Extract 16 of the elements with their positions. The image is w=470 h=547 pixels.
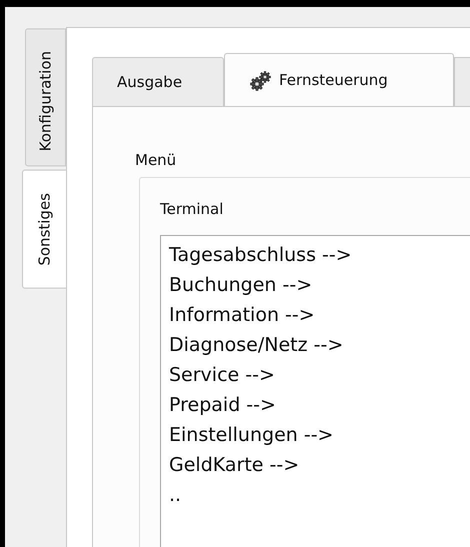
group-label: Menü [135,151,178,169]
list-item[interactable]: .. [169,480,182,510]
vertical-tab[interactable]: Konfiguration [25,28,66,166]
list-item[interactable]: GeldKarte --> [169,450,300,480]
tab[interactable]: Fernsteuerung [224,53,454,107]
group-label: Terminal [160,200,224,218]
vertical-tab[interactable]: Sonstiges [22,170,67,289]
tab[interactable]: Ausgabe [92,57,224,106]
list-item[interactable]: Tagesabschluss --> [169,240,352,270]
list-item[interactable]: Einstellungen --> [169,420,334,450]
list-item[interactable]: Prepaid --> [169,390,276,420]
list-box[interactable]: Tagesabschluss --> Buchungen --> Information --> Diagnose/Netz --> Service --> Prepaid --> Einstellungen --> GeldKarte --> .. [160,235,470,547]
list-item[interactable]: Diagnose/Netz --> [169,330,344,360]
list-item[interactable]: Information --> [169,300,315,330]
list-item[interactable]: Buchungen --> [169,270,312,300]
list-item[interactable]: Service --> [169,360,275,390]
